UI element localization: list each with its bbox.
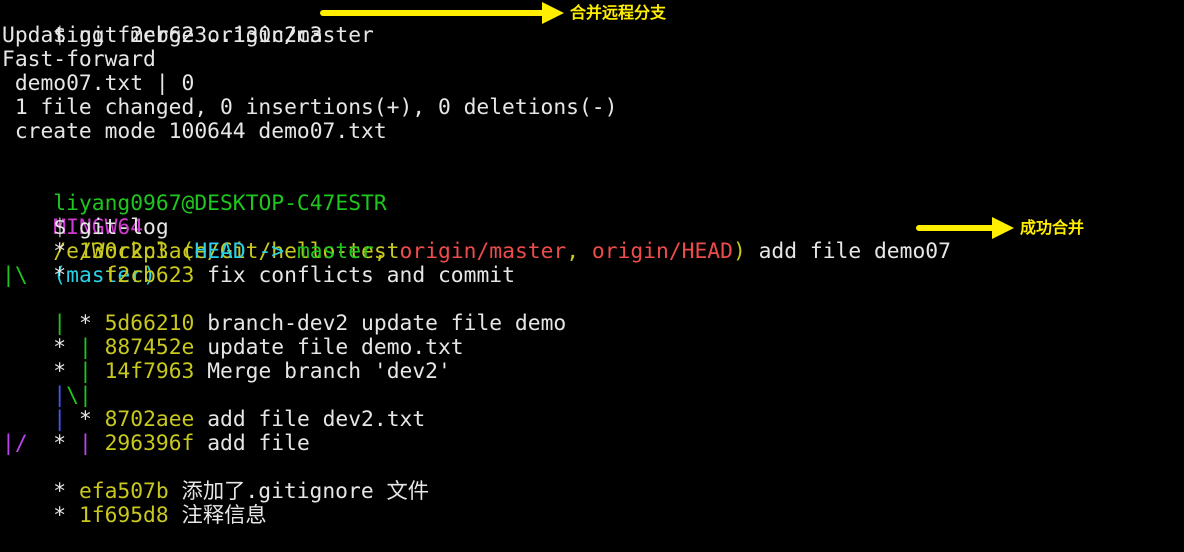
commit-message: fix conflicts and commit [194,263,515,288]
ref-paren-close: ) [732,239,746,264]
output-line-diffstat: demo07.txt | 0 [2,71,195,96]
log-row: * | 296396f add file [2,408,309,456]
commit-hash: 14f7963 [104,359,195,384]
annotation-arrow [320,2,564,24]
output-line-updating: Updating f2cb623..130c2c3 [2,23,323,48]
log-row: * efa507b 添加了.gitignore 文件 [2,456,429,504]
commit-hash: 296396f [104,431,195,456]
log-row: * f2cb623 fix conflicts and commit [2,240,515,288]
commit-message: add file demo07 [745,239,951,264]
graph-edge: | [78,431,105,456]
ref-remote-head: origin/HEAD [591,239,733,264]
output-line-fast-forward: Fast-forward [2,47,156,72]
log-row: * 1f695d8 注释信息 [2,480,266,528]
commit-hash: f2cb623 [104,263,195,288]
graph-branch-join: |/ [2,431,28,456]
log-row: * 130c2c3 (HEAD -> master, origin/master… [2,216,951,264]
annotation-arrow [916,217,1014,239]
graph-node: * [53,431,79,456]
terminal-window[interactable]: $ git merge origin/master Updating f2cb6… [2,0,1182,528]
output-line-create-mode: create mode 100644 demo07.txt [2,119,387,144]
annotation-merge-note: 合并远程分支 [570,3,667,22]
commit-message: Merge branch 'dev2' [194,359,451,384]
annotation-success-note: 成功合并 [1020,218,1085,237]
graph-branch-merge: |\| [2,360,91,408]
ref-separator: , [566,239,592,264]
commit-message: add file [194,431,310,456]
log-row: | * 5d66210 branch-dev2 update file demo [2,288,566,336]
graph-node: * [53,263,105,288]
graph-node: * [53,503,79,528]
command-line-merge: $ git merge origin/master [2,0,374,48]
commit-message: 注释信息 [168,503,267,528]
command-line-git-log: $ git-log [2,192,168,240]
log-row: * | 887452e update file demo.txt [2,312,463,360]
graph-branch-split: |\ [2,263,28,288]
prompt-header: liyang0967@DESKTOP-C47ESTR MINGW64 /e/Wo… [2,168,399,288]
commit-hash: 1f695d8 [78,503,169,528]
log-row: | * 8702aee add file dev2.txt [2,384,425,432]
log-row: * | 14f7963 Merge branch 'dev2' [2,336,451,384]
output-line-summary: 1 file changed, 0 insertions(+), 0 delet… [2,95,618,120]
